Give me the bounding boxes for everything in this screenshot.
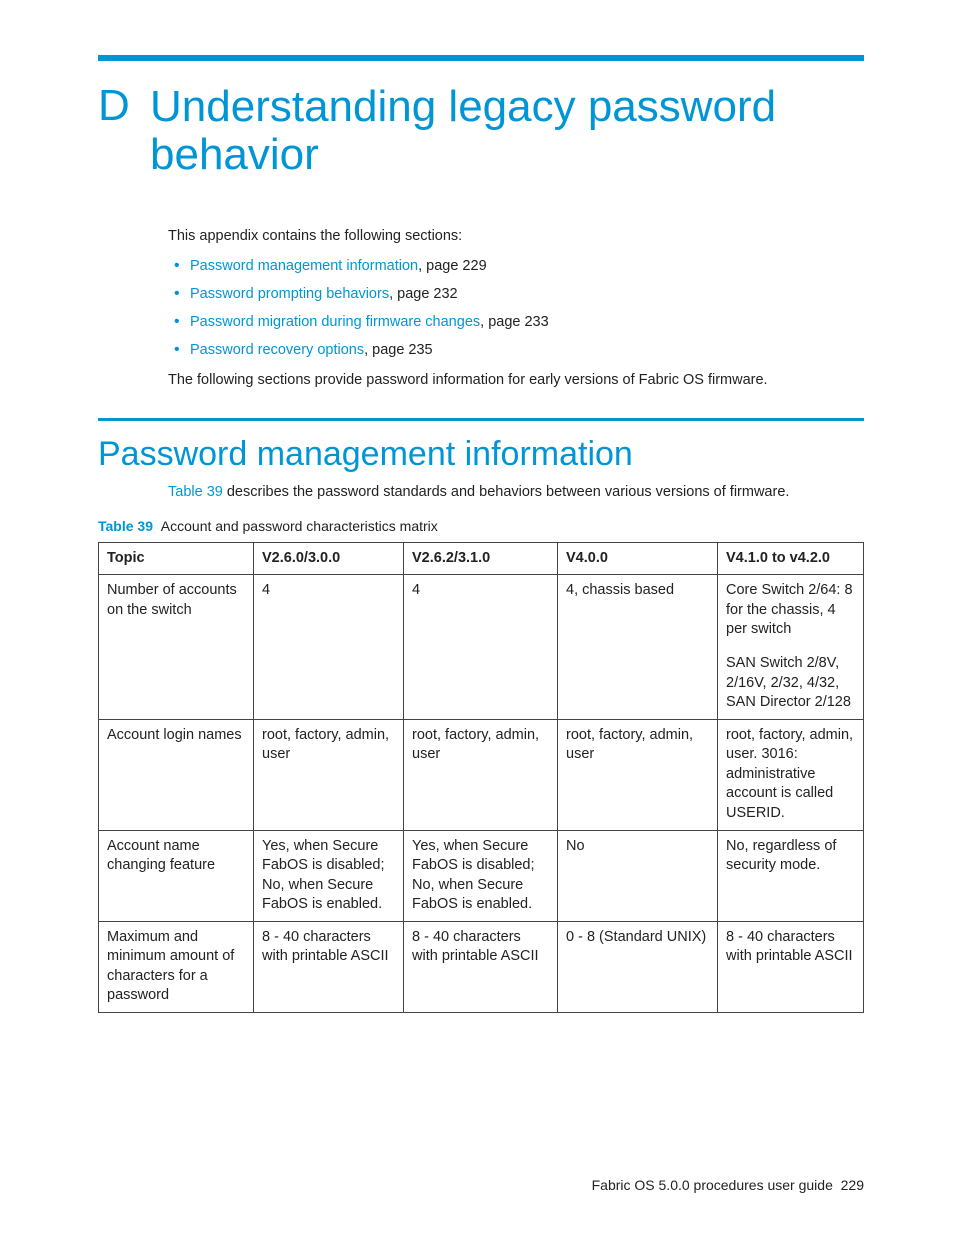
intro-block: This appendix contains the following sec… [168,228,864,388]
cell: root, factory, admin, user [404,719,558,830]
chapter-heading: D Understanding legacy password behavior [98,83,864,180]
section-links: Password management information, page 22… [168,258,864,358]
section-intro: Table 39 describes the password standard… [168,484,864,500]
cell: Account name changing feature [99,830,254,921]
link-item: Password migration during firmware chang… [168,314,864,330]
link-suffix: , page 229 [418,258,487,274]
page-number: 229 [841,1177,864,1193]
cell: Yes, when Secure FabOS is disabled; No, … [404,830,558,921]
cell: 8 - 40 characters with printable ASCII [404,921,558,1012]
link-suffix: , page 233 [480,314,549,330]
cell: 8 - 40 characters with printable ASCII [254,921,404,1012]
link-item: Password management information, page 22… [168,258,864,274]
chapter-title: Understanding legacy password behavior [150,83,864,180]
link-suffix: , page 235 [364,342,433,358]
section-heading: Password management information [98,435,864,474]
password-matrix-table: Topic V2.6.0/3.0.0 V2.6.2/3.1.0 V4.0.0 V… [98,542,864,1013]
link-item: Password prompting behaviors, page 232 [168,286,864,302]
cell: Number of accounts on the switch [99,575,254,719]
col-v400: V4.0.0 [558,542,718,575]
cell: 4 [404,575,558,719]
cell: Account login names [99,719,254,830]
cell: Core Switch 2/64: 8 for the chassis, 4 p… [718,575,864,719]
page-footer: Fabric OS 5.0.0 procedures user guide 22… [592,1177,864,1193]
link-password-recovery[interactable]: Password recovery options [190,342,364,358]
cell: root, factory, admin, user. 3016: admini… [718,719,864,830]
col-v262: V2.6.2/3.1.0 [404,542,558,575]
table-ref-link[interactable]: Table 39 [168,484,223,500]
intro-followup: The following sections provide password … [168,372,864,388]
cell: 4, chassis based [558,575,718,719]
cell: 4 [254,575,404,719]
cell: 0 - 8 (Standard UNIX) [558,921,718,1012]
link-password-prompting[interactable]: Password prompting behaviors [190,286,389,302]
link-suffix: , page 232 [389,286,458,302]
cell: Yes, when Secure FabOS is disabled; No, … [254,830,404,921]
intro-lead: This appendix contains the following sec… [168,228,864,244]
chapter-letter: D [98,83,128,129]
link-password-mgmt[interactable]: Password management information [190,258,418,274]
table-header-row: Topic V2.6.0/3.0.0 V2.6.2/3.1.0 V4.0.0 V… [99,542,864,575]
cell: 8 - 40 characters with printable ASCII [718,921,864,1012]
table-row: Maximum and minimum amount of characters… [99,921,864,1012]
table-row: Account login names root, factory, admin… [99,719,864,830]
section-intro-rest: describes the password standards and beh… [223,484,790,500]
table-row: Number of accounts on the switch 4 4 4, … [99,575,864,719]
section-rule [98,418,864,421]
table-label: Table 39 [98,518,153,534]
cell: root, factory, admin, user [254,719,404,830]
cell: root, factory, admin, user [558,719,718,830]
cell: No, regardless of security mode. [718,830,864,921]
col-v260: V2.6.0/3.0.0 [254,542,404,575]
table-caption: Table 39 Account and password characteri… [98,518,864,534]
link-password-migration[interactable]: Password migration during firmware chang… [190,314,480,330]
table-caption-text: Account and password characteristics mat… [161,518,438,534]
col-v410: V4.1.0 to v4.2.0 [718,542,864,575]
col-topic: Topic [99,542,254,575]
cell: No [558,830,718,921]
cell-text: Core Switch 2/64: 8 for the chassis, 4 p… [726,582,853,637]
header-rule [98,55,864,61]
link-item: Password recovery options, page 235 [168,342,864,358]
cell: Maximum and minimum amount of characters… [99,921,254,1012]
table-row: Account name changing feature Yes, when … [99,830,864,921]
footer-text: Fabric OS 5.0.0 procedures user guide [592,1177,833,1193]
cell-text: SAN Switch 2/8V, 2/16V, 2/32, 4/32, SAN … [726,654,855,713]
